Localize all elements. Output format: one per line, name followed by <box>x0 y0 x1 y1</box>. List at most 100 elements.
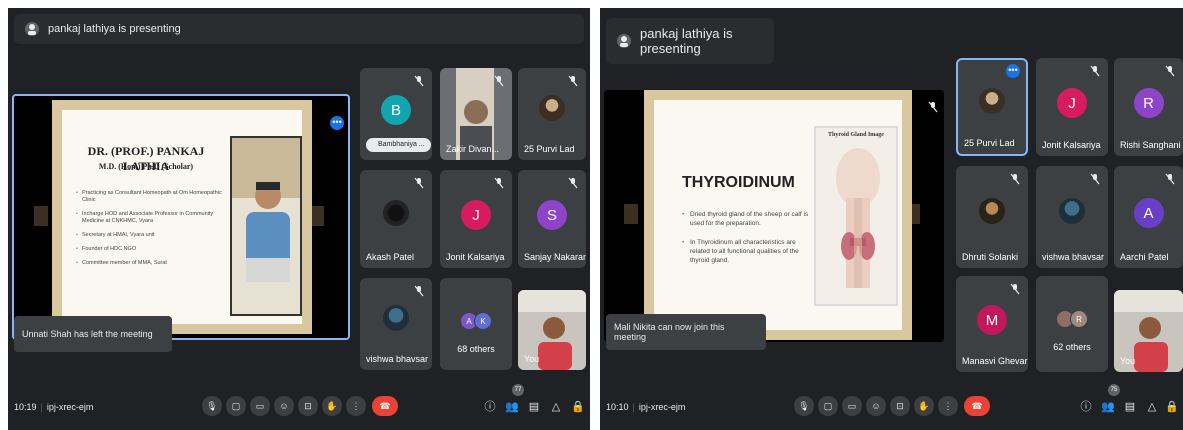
avatar: J <box>461 200 491 230</box>
people-icon[interactable]: 👥 <box>504 398 520 414</box>
mic-off-icon <box>494 176 504 189</box>
participant-tile[interactable]: Zakir Divan... <box>440 68 512 160</box>
slide-bullet: In Thyroidinum all characteristics are r… <box>682 238 812 265</box>
meeting-code: ipj-xrec-ejm <box>46 402 94 412</box>
mic-button[interactable]: 🎙 <box>202 396 222 416</box>
avatar: M <box>977 305 1007 335</box>
separator: | <box>632 402 635 412</box>
people-icon[interactable]: 👥 <box>1100 398 1116 414</box>
emoji-button[interactable]: ☺ <box>866 396 886 416</box>
participant-name: Jonit Kalsariya <box>446 252 505 262</box>
activities-icon[interactable]: △ <box>548 398 564 414</box>
thyroid-diagram: Thyroid Gland Image <box>814 126 898 306</box>
control-bar: 10:19 | ipj-xrec-ejm 🎙 ▢ ▭ ☺ ⊡ ✋ ⋮ ☎ ⓘ 👥 7… <box>8 384 590 430</box>
participant-tile[interactable]: J Jonit Kalsariya <box>1036 58 1108 156</box>
presenting-bar[interactable]: pankaj lathiya is presenting <box>14 14 584 44</box>
avatar: R <box>1133 88 1164 118</box>
participant-tile[interactable]: J Jonit Kalsariya <box>440 170 512 268</box>
mic-off-icon <box>1010 172 1020 185</box>
participant-tile[interactable]: 25 Purvi Lad <box>518 68 586 160</box>
more-options-button[interactable]: ⋮ <box>938 396 958 416</box>
presenting-bar[interactable]: pankaj lathiya is presenting <box>606 18 774 64</box>
host-controls-icon[interactable]: 🔒 <box>1164 398 1180 414</box>
others-avatars: R <box>1056 310 1088 328</box>
participant-name: vishwa bhavsar <box>1042 252 1105 262</box>
chat-icon[interactable]: ▤ <box>1122 398 1138 414</box>
activities-icon[interactable]: △ <box>1144 398 1160 414</box>
others-tile[interactable]: A K 68 others <box>440 278 512 370</box>
more-options-button[interactable]: ⋮ <box>346 396 366 416</box>
avatar: J <box>1057 88 1087 118</box>
notification-toast: Mali Nikita can now join this meeting <box>606 314 766 350</box>
end-call-button[interactable]: ☎ <box>964 396 990 416</box>
mic-off-icon <box>1010 282 1020 295</box>
presenting-label: pankaj lathiya is presenting <box>640 26 733 56</box>
participant-tile[interactable]: M Manasvi Ghevari... <box>956 276 1028 372</box>
slide-tab-right <box>310 206 324 226</box>
participant-tile[interactable]: vishwa bhavsar <box>1036 166 1108 268</box>
camera-button[interactable]: ▢ <box>818 396 838 416</box>
self-tile[interactable]: You <box>518 290 586 370</box>
end-call-button[interactable]: ☎ <box>372 396 398 416</box>
participant-name: You <box>524 354 540 364</box>
participant-tile[interactable]: vishwa bhavsar <box>360 278 432 370</box>
more-options-icon[interactable]: ••• <box>1006 64 1020 78</box>
participant-tile[interactable]: ••• 25 Purvi Lad <box>956 58 1028 156</box>
info-icon[interactable]: ⓘ <box>1078 398 1094 414</box>
others-tile[interactable]: R 62 others <box>1036 276 1108 372</box>
mic-off-icon <box>568 74 578 87</box>
slide: DR. (PROF.) PANKAJ LATHIA M.D. (Hom) Ph.… <box>62 110 302 324</box>
participant-name: Akash Patel <box>366 252 415 262</box>
mic-off-icon <box>414 74 424 87</box>
participant-tile[interactable]: Dhruti Solanki <box>956 166 1028 268</box>
chat-icon[interactable]: ▤ <box>526 398 542 414</box>
participant-tile[interactable]: B Bambhaniya ... <box>360 68 432 160</box>
avatar: R <box>1070 310 1088 328</box>
slide-title: THYROIDINUM <box>682 174 795 191</box>
avatar-photo <box>539 95 565 121</box>
more-options-icon[interactable]: ••• <box>330 116 344 130</box>
slide: THYROIDINUM Dried thyroid gland of the s… <box>654 100 902 330</box>
raise-hand-button[interactable]: ✋ <box>914 396 934 416</box>
participant-name: Manasvi Ghevari... <box>962 356 1028 366</box>
camera-button[interactable]: ▢ <box>226 396 246 416</box>
self-tile[interactable]: You <box>1114 290 1183 372</box>
participant-tile[interactable]: A Aarchi Patel <box>1114 166 1183 268</box>
participant-name: Dhruti Solanki <box>962 252 1019 262</box>
mic-off-icon <box>1165 64 1175 77</box>
presenter-avatar-icon <box>24 21 40 37</box>
host-controls-icon[interactable]: 🔒 <box>570 398 586 414</box>
avatar-photo <box>979 198 1005 224</box>
slide-bullet: Incharge HOD and Associate Professor in … <box>76 211 222 225</box>
participant-name: Sanjay Nakarani <box>524 252 586 262</box>
participant-name: 25 Purvi Lad <box>964 138 1015 148</box>
participant-name: Zakir Divan... <box>446 144 500 154</box>
slide-tab-left <box>34 206 48 226</box>
raise-hand-button[interactable]: ✋ <box>322 396 342 416</box>
participant-name: Aarchi Patel <box>1120 252 1169 262</box>
meeting-code: ipj-xrec-ejm <box>638 402 686 412</box>
presentation-stage: DR. (PROF.) PANKAJ LATHIA M.D. (Hom) Ph.… <box>12 94 350 340</box>
participant-tile[interactable]: R Rishi Sanghani <box>1114 58 1183 156</box>
present-button[interactable]: ⊡ <box>890 396 910 416</box>
slide-subtitle: M.D. (Hom) Ph.D (Scholar) <box>98 162 194 171</box>
participant-name: 25 Purvi Lad <box>524 144 575 154</box>
captions-button[interactable]: ▭ <box>842 396 862 416</box>
meet-window-left: pankaj lathiya is presenting DR. (PROF.)… <box>8 8 590 430</box>
slide-bullet: Founder of HDC NGO <box>76 246 222 253</box>
mic-off-icon <box>494 74 504 87</box>
mic-button[interactable]: 🎙 <box>794 396 814 416</box>
slide-bullets: Practicing as Consultant Homeopath at Om… <box>76 190 222 274</box>
present-button[interactable]: ⊡ <box>298 396 318 416</box>
info-icon[interactable]: ⓘ <box>482 398 498 414</box>
mic-off-icon <box>1090 172 1100 185</box>
presenter-avatar-icon <box>616 33 632 49</box>
avatar-photo <box>383 200 409 226</box>
mic-off-icon <box>568 176 578 189</box>
emoji-button[interactable]: ☺ <box>274 396 294 416</box>
separator: | <box>40 402 43 412</box>
meeting-info: 10:19 | ipj-xrec-ejm <box>14 402 93 412</box>
captions-button[interactable]: ▭ <box>250 396 270 416</box>
participant-tile[interactable]: Akash Patel <box>360 170 432 268</box>
participant-tile[interactable]: S Sanjay Nakarani <box>518 170 586 268</box>
